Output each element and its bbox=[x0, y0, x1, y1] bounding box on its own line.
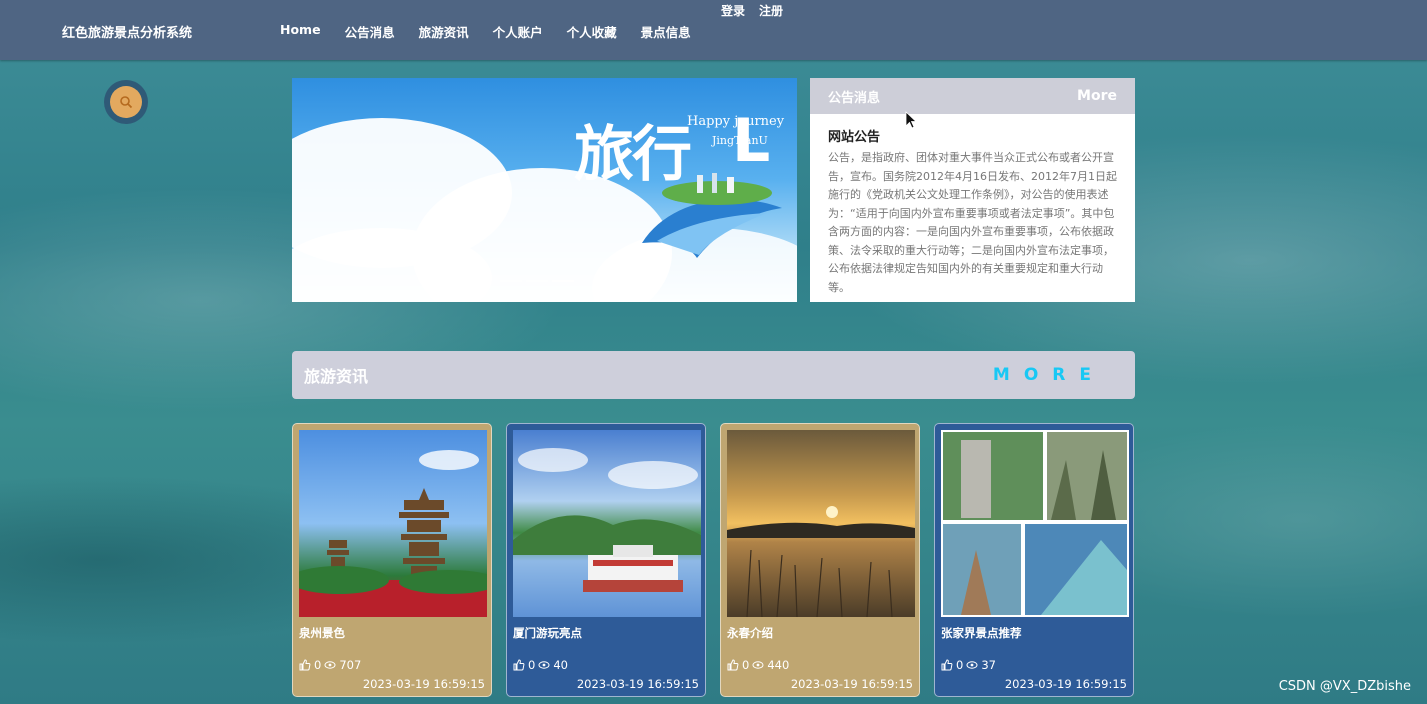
news-card[interactable]: 厦门游玩亮点 0 40 2023-03-19 16:59:15 bbox=[506, 423, 706, 697]
eye-icon bbox=[966, 661, 978, 669]
news-card-date: 2023-03-19 16:59:15 bbox=[576, 677, 699, 691]
news-card-likes: 0 bbox=[528, 658, 536, 672]
nav-travel-news[interactable]: 旅游资讯 bbox=[407, 22, 481, 41]
banner-jing-text: JingTianU bbox=[712, 134, 768, 147]
news-card-likes: 0 bbox=[314, 658, 322, 672]
carousel-dot-active[interactable] bbox=[552, 280, 574, 282]
nav-announcements[interactable]: 公告消息 bbox=[333, 22, 407, 41]
pagoda-illustration bbox=[299, 450, 487, 617]
mouse-cursor-icon bbox=[905, 111, 917, 129]
ferry-illustration bbox=[513, 448, 701, 592]
nav-favorites[interactable]: 个人收藏 bbox=[555, 22, 629, 41]
thumbs-up-icon[interactable] bbox=[941, 659, 953, 671]
news-card-likes: 0 bbox=[956, 658, 964, 672]
news-card-views: 37 bbox=[981, 658, 996, 672]
carousel-indicators bbox=[500, 280, 574, 282]
news-card-likes: 0 bbox=[742, 658, 750, 672]
watermark: CSDN @VX_DZbishe bbox=[1278, 679, 1411, 694]
news-card-views: 707 bbox=[339, 658, 362, 672]
news-card[interactable]: 永春介绍 0 440 2023-03-19 16:59:15 bbox=[720, 423, 920, 697]
news-card-stats: 0 37 bbox=[941, 658, 996, 672]
news-card-title: 泉州景色 bbox=[299, 626, 345, 640]
search-button[interactable] bbox=[104, 80, 148, 124]
notice-panel: 公告消息 More 网站公告 公告，是指政府、团体对重大事件当众正式公布或者公开… bbox=[810, 78, 1135, 302]
top-navbar: 红色旅游景点分析系统 Home 公告消息 旅游资讯 个人账户 个人收藏 景点信息… bbox=[0, 0, 1427, 60]
dolphin-illustration bbox=[642, 173, 782, 258]
news-card-date: 2023-03-19 16:59:15 bbox=[790, 677, 913, 691]
notice-heading: 公告消息 bbox=[828, 90, 881, 106]
news-section-title: 旅游资讯 bbox=[304, 367, 369, 386]
search-button-inner bbox=[110, 86, 142, 118]
news-card[interactable]: 泉州景色 0 707 2023-03-19 16:59:15 bbox=[292, 423, 492, 697]
notice-title[interactable]: 网站公告 bbox=[828, 126, 1117, 145]
news-card-image bbox=[727, 430, 915, 617]
notice-header: 公告消息 More bbox=[810, 78, 1135, 114]
thumbs-up-icon[interactable] bbox=[727, 659, 739, 671]
news-card-views: 440 bbox=[767, 658, 790, 672]
news-card-image bbox=[513, 430, 701, 617]
news-more-link[interactable]: MORE bbox=[993, 365, 1105, 385]
news-card-date: 2023-03-19 16:59:15 bbox=[362, 677, 485, 691]
auth-links: 登录 注册 bbox=[721, 2, 783, 19]
sunset-lake-illustration bbox=[727, 506, 915, 617]
carousel-dot[interactable] bbox=[500, 280, 522, 282]
banner-carousel[interactable]: 旅行 L Happy journey JingTianU bbox=[292, 78, 797, 302]
news-card[interactable]: 张家界景点推荐 0 37 2023-03-19 16:59:15 bbox=[934, 423, 1134, 697]
news-card-stats: 0 40 bbox=[513, 658, 568, 672]
news-card-title: 厦门游玩亮点 bbox=[513, 626, 582, 640]
news-section-header: 旅游资讯 MORE bbox=[292, 351, 1135, 399]
carousel-dot[interactable] bbox=[526, 280, 548, 282]
notice-body: 公告，是指政府、团体对重大事件当众正式公布或者公开宣告，宣布。国务院2012年4… bbox=[828, 151, 1117, 294]
news-card-image bbox=[299, 430, 487, 617]
zhangjiajie-collage bbox=[943, 432, 1127, 615]
eye-icon bbox=[752, 661, 764, 669]
eye-icon bbox=[324, 661, 336, 669]
nav-home[interactable]: Home bbox=[268, 22, 333, 41]
thumbs-up-icon[interactable] bbox=[299, 659, 311, 671]
notice-more-link[interactable]: More bbox=[1077, 88, 1117, 104]
news-card-views: 40 bbox=[553, 658, 568, 672]
news-card-title: 永春介绍 bbox=[727, 626, 773, 640]
news-card-date: 2023-03-19 16:59:15 bbox=[1004, 677, 1127, 691]
nav-account[interactable]: 个人账户 bbox=[481, 22, 555, 41]
login-link[interactable]: 登录 bbox=[721, 2, 745, 19]
register-link[interactable]: 注册 bbox=[759, 2, 783, 19]
nav-attractions[interactable]: 景点信息 bbox=[629, 22, 703, 41]
eye-icon bbox=[538, 661, 550, 669]
main-nav: Home 公告消息 旅游资讯 个人账户 个人收藏 景点信息 bbox=[268, 22, 703, 41]
site-brand[interactable]: 红色旅游景点分析系统 bbox=[62, 22, 192, 41]
news-card-stats: 0 440 bbox=[727, 658, 789, 672]
thumbs-up-icon[interactable] bbox=[513, 659, 525, 671]
banner-happy-text: Happy journey bbox=[687, 114, 785, 129]
news-card-stats: 0 707 bbox=[299, 658, 361, 672]
news-card-image bbox=[941, 430, 1129, 617]
search-icon bbox=[120, 96, 133, 109]
news-card-title: 张家界景点推荐 bbox=[941, 626, 1022, 640]
